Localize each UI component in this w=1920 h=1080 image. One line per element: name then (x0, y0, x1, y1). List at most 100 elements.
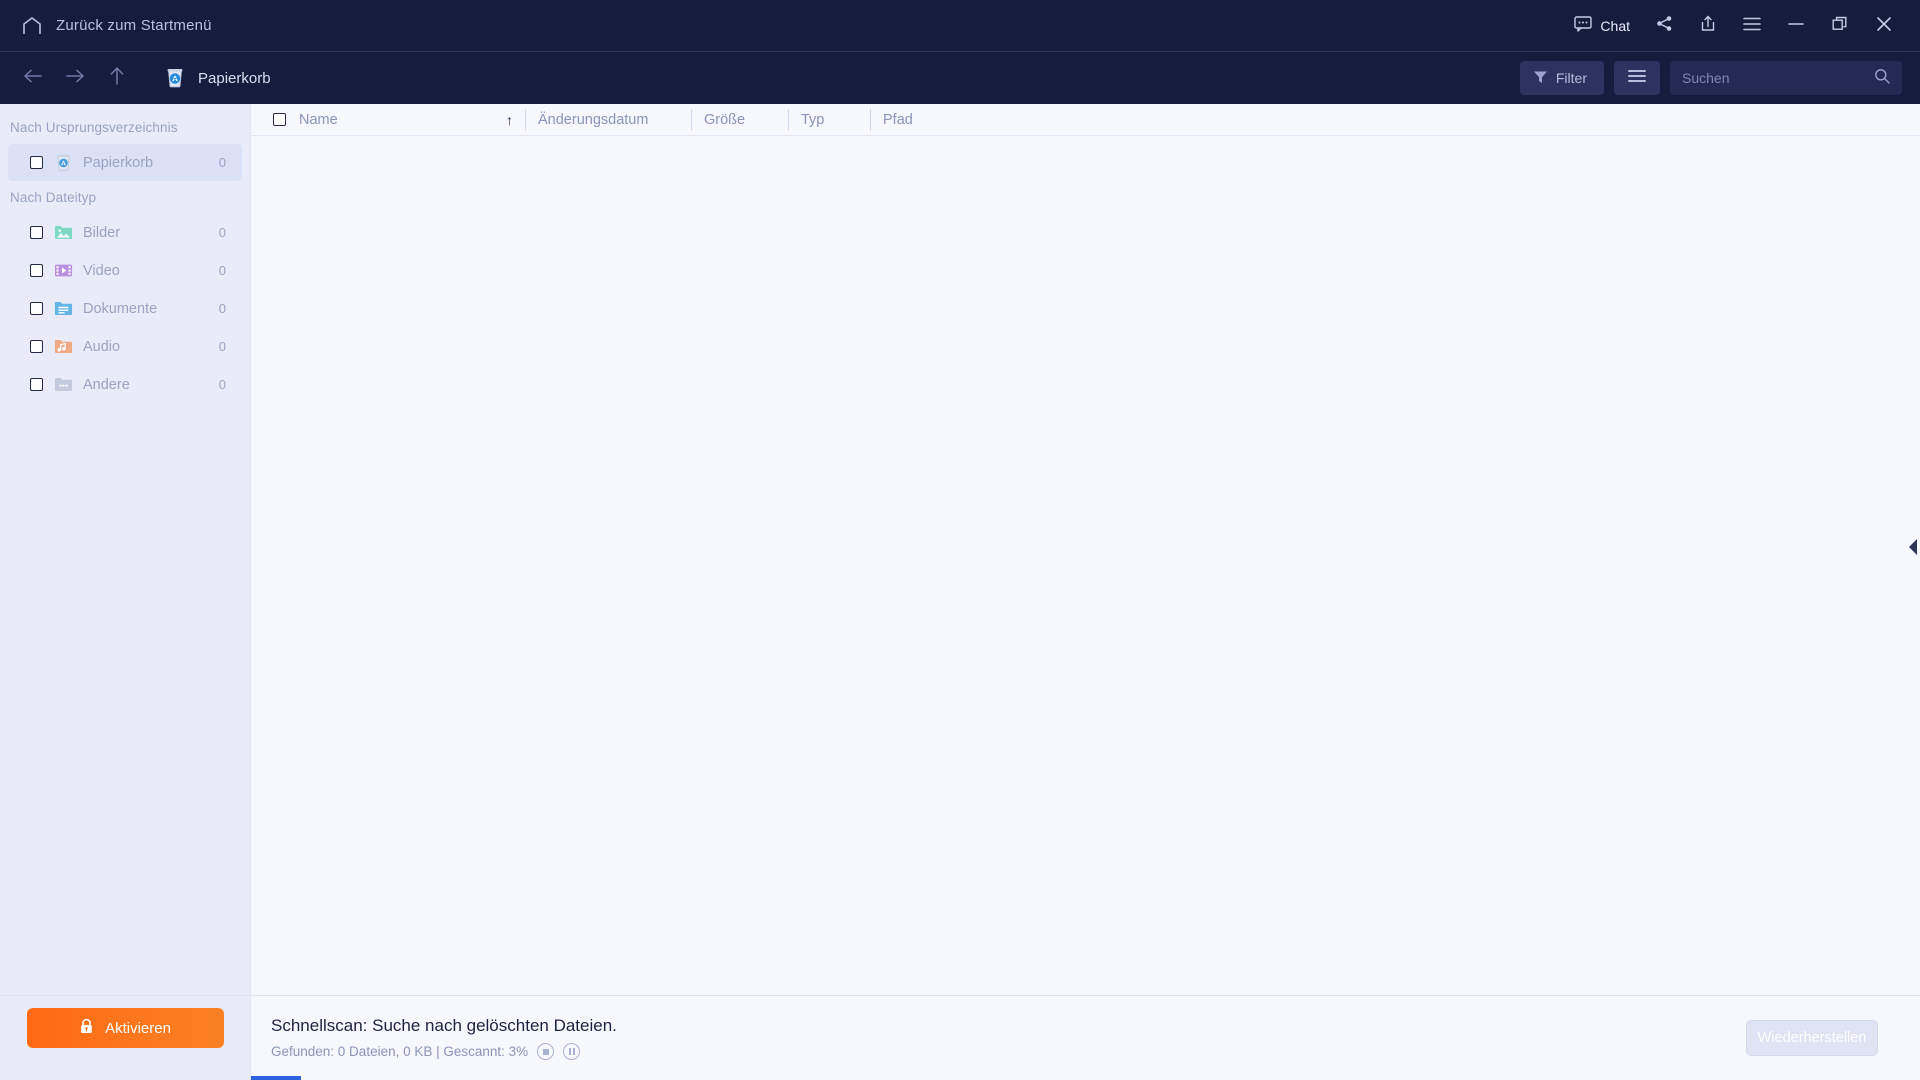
window-controls: Chat (1564, 0, 1906, 52)
funnel-icon (1533, 70, 1548, 87)
sidebar-item-audio[interactable]: Audio 0 (8, 328, 242, 365)
sidebar-checkbox-andere[interactable] (30, 378, 43, 391)
stop-scan-button[interactable] (537, 1043, 555, 1060)
minimize-icon (1788, 17, 1804, 35)
lock-icon (79, 1018, 94, 1039)
sidebar-item-papierkorb[interactable]: Papierkorb 0 (8, 144, 242, 181)
body: Nach Ursprungsverzeichnis Papierkorb 0 N… (0, 104, 1920, 995)
sidebar-checkbox-video[interactable] (30, 264, 43, 277)
sidebar-item-label: Bilder (83, 224, 121, 241)
chat-button[interactable]: Chat (1564, 0, 1642, 52)
main-panel: Name ↑ Änderungsdatum Größe Typ Pfad (251, 104, 1920, 995)
recycle-bin-icon (164, 67, 186, 89)
sidebar-item-label: Dokumente (83, 300, 158, 317)
stop-icon (542, 1048, 549, 1055)
arrow-up-icon (109, 66, 125, 91)
sidebar-item-dokumente[interactable]: Dokumente 0 (8, 290, 242, 327)
scan-status-subtitle: Gefunden: 0 Dateien, 0 KB | Gescannt: 3% (271, 1044, 529, 1059)
close-button[interactable] (1862, 0, 1906, 52)
maximize-button[interactable] (1818, 0, 1862, 52)
chat-bubble-icon (1574, 15, 1593, 37)
search-input[interactable] (1682, 70, 1874, 86)
sidebar-item-video[interactable]: Video 0 (8, 252, 242, 289)
sidebar: Nach Ursprungsverzeichnis Papierkorb 0 N… (0, 104, 251, 995)
forward-button[interactable] (54, 57, 96, 99)
title-bar: Zurück zum Startmenü Chat (0, 0, 1920, 52)
back-to-start-menu-label: Zurück zum Startmenü (56, 17, 212, 34)
sidebar-checkbox-audio[interactable] (30, 340, 43, 353)
toolbar-right: Filter (1519, 52, 1902, 104)
restore-button[interactable]: Wiederherstellen (1746, 1020, 1878, 1056)
sidebar-item-count: 0 (218, 339, 226, 354)
column-header-modified[interactable]: Änderungsdatum (525, 108, 691, 131)
column-header-modified-label: Änderungsdatum (538, 111, 649, 128)
sidebar-item-count: 0 (218, 155, 226, 170)
right-panel-toggle[interactable] (1908, 539, 1920, 561)
file-list-empty (251, 136, 1920, 995)
share-button[interactable] (1642, 0, 1686, 52)
arrow-right-icon (65, 68, 85, 89)
column-header-path-label: Pfad (883, 111, 913, 128)
documents-folder-icon (54, 299, 73, 318)
up-button[interactable] (96, 57, 138, 99)
sidebar-item-count: 0 (218, 301, 226, 316)
sidebar-item-andere[interactable]: Andere 0 (8, 366, 242, 403)
triangle-left-icon (1908, 537, 1918, 562)
column-header-name[interactable]: Name ↑ (251, 104, 525, 136)
navigation-arrows (0, 57, 138, 99)
close-icon (1876, 16, 1892, 37)
main-menu-button[interactable] (1730, 0, 1774, 52)
arrow-left-icon (23, 68, 43, 89)
recycle-bin-icon (54, 153, 73, 172)
view-mode-button[interactable] (1614, 61, 1660, 95)
status-sidebar-pad: Aktivieren (0, 996, 251, 1080)
status-main: Schnellscan: Suche nach gelöschten Datei… (251, 996, 1920, 1080)
application-window: Zurück zum Startmenü Chat Papierkorb Fil… (0, 0, 1920, 1080)
search-icon[interactable] (1874, 68, 1890, 89)
column-header-name-label: Name (299, 111, 338, 128)
sidebar-checkbox-dokumente[interactable] (30, 302, 43, 315)
sidebar-item-label: Audio (83, 338, 121, 355)
arrow-up-icon[interactable]: ↑ (506, 113, 513, 127)
scan-progress-bar (251, 1076, 1920, 1080)
maximize-restore-icon (1832, 16, 1848, 37)
restore-label: Wiederherstellen (1757, 1030, 1867, 1046)
export-button[interactable] (1686, 0, 1730, 52)
sidebar-checkbox-bilder[interactable] (30, 226, 43, 239)
sidebar-group-title-origin: Nach Ursprungsverzeichnis (10, 120, 178, 135)
back-to-start-menu-button[interactable]: Zurück zum Startmenü (0, 16, 212, 35)
sidebar-item-bilder[interactable]: Bilder 0 (8, 214, 242, 251)
navigation-bar: Papierkorb Filter (0, 52, 1920, 104)
list-view-icon (1627, 69, 1647, 88)
column-header-size[interactable]: Größe (691, 108, 788, 131)
file-table-header: Name ↑ Änderungsdatum Größe Typ Pfad (251, 104, 1920, 136)
audio-folder-icon (54, 337, 73, 356)
scan-progress-fill (251, 1076, 302, 1080)
sidebar-item-label: Papierkorb (83, 154, 154, 171)
pause-scan-button[interactable] (563, 1043, 581, 1060)
column-header-size-label: Größe (704, 111, 746, 128)
other-folder-icon (54, 375, 73, 394)
column-header-type[interactable]: Typ (788, 108, 870, 131)
status-texts: Schnellscan: Suche nach gelöschten Datei… (251, 1016, 617, 1060)
activate-button[interactable]: Aktivieren (26, 1008, 224, 1048)
column-header-type-label: Typ (801, 111, 825, 128)
select-all-checkbox[interactable] (273, 113, 286, 126)
sidebar-list: Nach Ursprungsverzeichnis Papierkorb 0 N… (0, 104, 250, 995)
activate-area: Aktivieren (0, 996, 250, 1068)
images-folder-icon (54, 223, 73, 242)
sidebar-checkbox-papierkorb[interactable] (30, 156, 43, 169)
share-icon (1656, 15, 1673, 37)
breadcrumb[interactable]: Papierkorb (164, 67, 271, 89)
column-header-path[interactable]: Pfad (870, 108, 1920, 131)
sidebar-item-label: Video (83, 262, 120, 279)
export-icon (1700, 15, 1716, 37)
chat-label: Chat (1600, 18, 1630, 34)
filter-button[interactable]: Filter (1519, 61, 1604, 95)
hamburger-menu-icon (1743, 17, 1761, 36)
scan-status-title: Schnellscan: Suche nach gelöschten Datei… (271, 1016, 617, 1035)
minimize-button[interactable] (1774, 0, 1818, 52)
back-button[interactable] (12, 57, 54, 99)
search-box[interactable] (1670, 61, 1902, 95)
sidebar-item-count: 0 (218, 225, 226, 240)
